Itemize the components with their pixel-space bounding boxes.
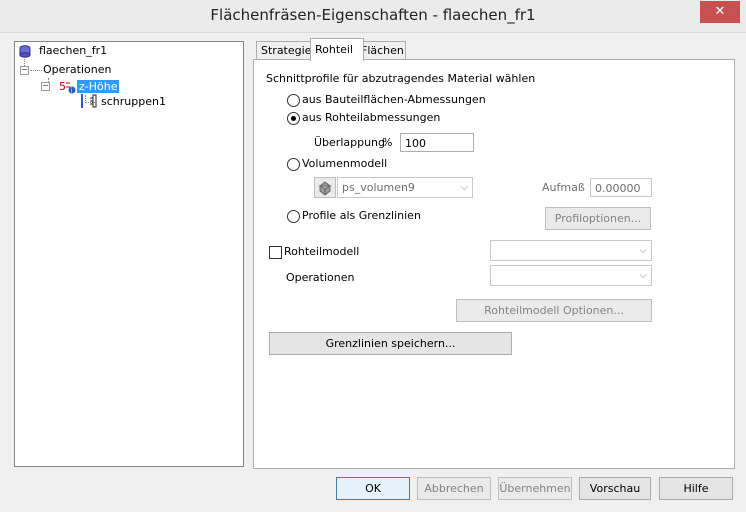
collapse-zhoehe-icon[interactable]: − bbox=[41, 82, 50, 91]
aufmass-label: Aufmaß bbox=[542, 181, 585, 194]
volumen-select[interactable]: ps_volumen9 ⌵ bbox=[337, 177, 473, 198]
radio-volumen[interactable] bbox=[287, 158, 300, 171]
volumen-pick-button[interactable] bbox=[314, 177, 336, 198]
chevron-down-icon: ⌵ bbox=[639, 270, 647, 281]
operation-tree[interactable]: flaechen_fr1 − Operationen − 5 i z-Höhe … bbox=[14, 41, 244, 467]
rohteilmodell-optionen-button[interactable]: Rohteilmodell Optionen... bbox=[456, 299, 652, 322]
volumen-select-value: ps_volumen9 bbox=[342, 181, 415, 194]
cancel-button[interactable]: Abbrechen bbox=[417, 477, 491, 500]
tree-item-schruppen[interactable]: schruppen1 bbox=[101, 94, 166, 110]
apply-button[interactable]: Übernehmen bbox=[498, 477, 572, 500]
tab-rohteil[interactable]: Rohteil bbox=[310, 38, 364, 61]
rohteilmodell-checkbox[interactable] bbox=[269, 246, 282, 259]
grenzlinien-speichern-button[interactable]: Grenzlinien speichern... bbox=[269, 332, 512, 355]
overlap-unit: % bbox=[382, 136, 393, 149]
help-button[interactable]: Hilfe bbox=[659, 477, 733, 500]
overlap-input[interactable]: 100 bbox=[400, 133, 474, 152]
radio-rohteil-label[interactable]: aus Rohteilabmessungen bbox=[302, 111, 440, 124]
tree-item-zhoehe[interactable]: z-Höhe bbox=[77, 79, 120, 95]
operationen-label: Operationen bbox=[286, 271, 355, 284]
collapse-operations-icon[interactable]: − bbox=[20, 66, 29, 75]
pick-solid-icon bbox=[318, 181, 332, 196]
svg-text:5: 5 bbox=[59, 80, 66, 93]
radio-volumen-label[interactable]: Volumenmodell bbox=[302, 157, 387, 170]
database-icon bbox=[19, 45, 31, 58]
chevron-down-icon: ⌵ bbox=[460, 182, 468, 193]
radio-rohteil[interactable] bbox=[287, 112, 300, 125]
radio-profile[interactable] bbox=[287, 210, 300, 223]
radio-bauteil-label[interactable]: aus Bauteilflächen-Abmessungen bbox=[302, 93, 486, 106]
tree-item-root[interactable]: flaechen_fr1 bbox=[39, 43, 107, 59]
tree-item-zhoehe-label: z-Höhe bbox=[77, 80, 120, 93]
close-icon: ✕ bbox=[714, 4, 726, 19]
operationen-select[interactable]: ⌵ bbox=[490, 265, 652, 286]
profiloptionen-button[interactable]: Profiloptionen... bbox=[545, 207, 651, 230]
tab-strategie[interactable]: Strategie bbox=[256, 41, 318, 60]
title-bar: Flächenfräsen-Eigenschaften - flaechen_f… bbox=[0, 0, 746, 33]
window-title: Flächenfräsen-Eigenschaften - flaechen_f… bbox=[210, 6, 536, 24]
tree-item-operations[interactable]: Operationen bbox=[43, 62, 111, 78]
overlap-label: Überlappung bbox=[314, 136, 386, 149]
close-button[interactable]: ✕ bbox=[700, 1, 740, 23]
radio-profile-label[interactable]: Profile als Grenzlinien bbox=[302, 209, 421, 222]
rohteilmodell-label[interactable]: Rohteilmodell bbox=[284, 245, 359, 258]
section-label: Schnittprofile für abzutragendes Materia… bbox=[266, 72, 536, 85]
ok-button[interactable]: OK bbox=[336, 477, 410, 500]
preview-button[interactable]: Vorschau bbox=[579, 477, 651, 500]
chevron-down-icon: ⌵ bbox=[639, 245, 647, 256]
aufmass-input[interactable]: 0.00000 bbox=[590, 178, 652, 197]
rohteil-panel: Schnittprofile für abzutragendes Materia… bbox=[253, 59, 735, 469]
roughing-operation-icon bbox=[81, 94, 97, 108]
radio-bauteil[interactable] bbox=[287, 94, 300, 107]
z-level-operation-icon: 5 i bbox=[59, 80, 76, 95]
rohteilmodell-select[interactable]: ⌵ bbox=[490, 240, 652, 261]
